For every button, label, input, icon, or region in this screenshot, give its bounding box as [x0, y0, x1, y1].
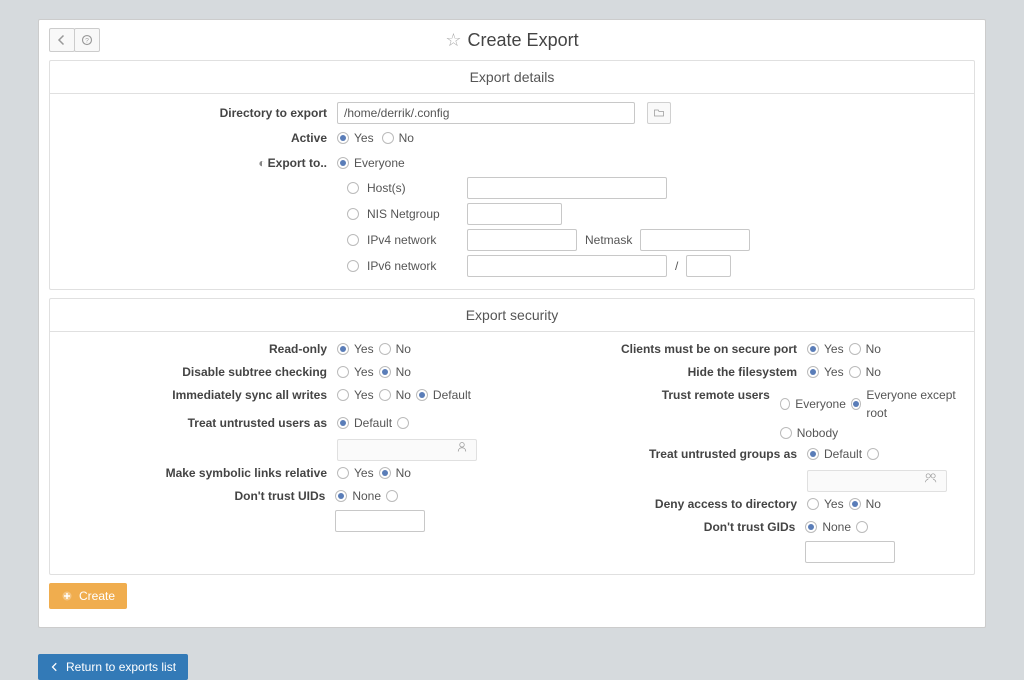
export-hosts-label: Host(s) [367, 181, 459, 195]
top-bar: ? ☆ Create Export [39, 20, 985, 60]
export-hosts-radio[interactable] [347, 182, 359, 194]
browse-icon [653, 107, 665, 119]
create-button[interactable]: Create [49, 583, 127, 609]
readonly-no-radio[interactable] [379, 343, 391, 355]
symlinks-yes-radio[interactable] [337, 467, 349, 479]
export-ipv4-label: IPv4 network [367, 233, 459, 247]
treat-groups-label: Treat untrusted groups as [532, 445, 807, 463]
export-ipv6-label: IPv6 network [367, 259, 459, 273]
deny-access-label: Deny access to directory [532, 495, 807, 513]
svg-text:?: ? [85, 37, 89, 44]
export-details-panel: Export details Directory to export Activ… [49, 60, 975, 290]
export-everyone-label: Everyone [354, 156, 405, 170]
hosts-input[interactable] [467, 177, 667, 199]
slash-label: / [675, 259, 678, 273]
netmask-label: Netmask [585, 233, 632, 247]
help-icon[interactable]: ◐ [258, 156, 265, 170]
subtree-label: Disable subtree checking [62, 363, 337, 381]
secure-yes-radio[interactable] [807, 343, 819, 355]
gids-custom-radio[interactable] [856, 521, 868, 533]
deny-no-radio[interactable] [849, 498, 861, 510]
readonly-label: Read-only [62, 340, 337, 358]
treat-users-default-radio[interactable] [337, 417, 349, 429]
trust-except-root-radio[interactable] [851, 398, 861, 410]
directory-label: Directory to export [62, 106, 337, 120]
return-button-label: Return to exports list [66, 660, 176, 674]
ipv6-input[interactable] [467, 255, 667, 277]
page-title: Create Export [468, 30, 579, 51]
symlinks-label: Make symbolic links relative [62, 464, 337, 482]
uids-custom-radio[interactable] [386, 490, 398, 502]
active-yes-radio[interactable] [337, 132, 349, 144]
create-button-label: Create [79, 589, 115, 603]
gids-label: Don't trust GIDs [532, 518, 805, 536]
sync-default-radio[interactable] [416, 389, 428, 401]
uids-input[interactable] [335, 510, 425, 532]
secure-no-radio[interactable] [849, 343, 861, 355]
hide-no-radio[interactable] [849, 366, 861, 378]
help-button[interactable]: ? [74, 28, 100, 52]
treat-users-label: Treat untrusted users as [62, 414, 337, 432]
treat-groups-custom-radio[interactable] [867, 448, 879, 460]
return-button[interactable]: Return to exports list [38, 654, 188, 680]
arrow-left-icon [50, 662, 60, 672]
arrow-left-icon [56, 34, 68, 46]
hide-yes-radio[interactable] [807, 366, 819, 378]
secure-port-label: Clients must be on secure port [532, 340, 807, 358]
sync-yes-radio[interactable] [337, 389, 349, 401]
nis-input[interactable] [467, 203, 562, 225]
treat-groups-input-group[interactable] [807, 470, 947, 492]
export-details-heading: Export details [50, 61, 974, 94]
deny-yes-radio[interactable] [807, 498, 819, 510]
hide-fs-label: Hide the filesystem [532, 363, 807, 381]
subtree-yes-radio[interactable] [337, 366, 349, 378]
active-no-radio[interactable] [382, 132, 394, 144]
plus-icon [61, 590, 73, 602]
export-security-panel: Export security Read-only Yes No Disable… [49, 298, 975, 575]
sync-no-radio[interactable] [379, 389, 391, 401]
subtree-no-radio[interactable] [379, 366, 391, 378]
export-security-heading: Export security [50, 299, 974, 332]
export-ipv6-radio[interactable] [347, 260, 359, 272]
symlinks-no-radio[interactable] [379, 467, 391, 479]
sync-label: Immediately sync all writes [62, 386, 337, 404]
directory-input[interactable] [337, 102, 635, 124]
treat-users-custom-radio[interactable] [397, 417, 409, 429]
main-panel: ? ☆ Create Export Export details Directo… [38, 19, 986, 628]
trust-remote-label: Trust remote users [532, 386, 780, 404]
export-everyone-radio[interactable] [337, 157, 349, 169]
treat-groups-default-radio[interactable] [807, 448, 819, 460]
active-yes-label: Yes [354, 131, 374, 145]
ipv4-input[interactable] [467, 229, 577, 251]
ipv6-prefix-input[interactable] [686, 255, 731, 277]
user-picker-icon[interactable] [452, 441, 472, 459]
active-no-label: No [399, 131, 414, 145]
export-nis-radio[interactable] [347, 208, 359, 220]
back-button[interactable] [49, 28, 75, 52]
gids-none-radio[interactable] [805, 521, 817, 533]
active-label: Active [62, 131, 337, 145]
treat-users-input-group[interactable] [337, 439, 477, 461]
browse-button[interactable] [647, 102, 671, 124]
netmask-input[interactable] [640, 229, 750, 251]
uids-label: Don't trust UIDs [62, 487, 335, 505]
trust-everyone-radio[interactable] [780, 398, 790, 410]
export-to-label: ◐Export to.. [62, 156, 337, 170]
uids-none-radio[interactable] [335, 490, 347, 502]
readonly-yes-radio[interactable] [337, 343, 349, 355]
gids-input[interactable] [805, 541, 895, 563]
favorite-star-icon[interactable]: ☆ [445, 30, 461, 51]
question-icon: ? [81, 34, 93, 46]
export-ipv4-radio[interactable] [347, 234, 359, 246]
group-picker-icon[interactable] [920, 472, 942, 490]
trust-nobody-radio[interactable] [780, 427, 792, 439]
export-nis-label: NIS Netgroup [367, 207, 459, 221]
